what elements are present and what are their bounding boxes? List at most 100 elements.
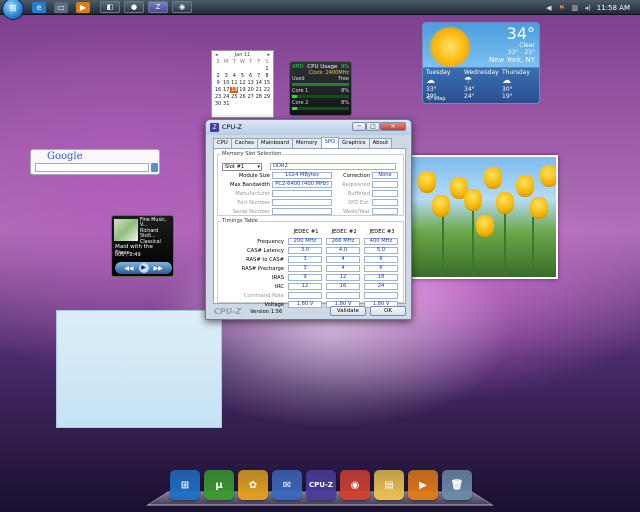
prev-month-icon[interactable]: ◂ [215,52,218,58]
calendar-day[interactable]: 27 [247,94,255,100]
core-label: Core 1 [292,88,309,94]
next-month-icon[interactable]: ▸ [267,52,270,58]
calendar-day[interactable]: 11 [230,80,238,86]
calendar-day[interactable]: 18 [230,87,239,93]
calendar-day[interactable]: 31 [222,101,230,107]
calendar-day[interactable]: 17 [222,87,230,93]
sticky-note[interactable] [56,310,222,428]
next-icon[interactable]: ▶▶ [154,265,163,272]
tab-memory[interactable]: Memory [291,138,322,148]
validate-button[interactable]: Validate [330,306,366,316]
serial-number-value [272,208,332,215]
cpuz-window[interactable]: Z CPU-Z ─ □ ✕ CPU Caches Mainboard Memory SP… [205,119,412,320]
ok-button[interactable]: OK [370,306,406,316]
minimize-button[interactable]: ─ [352,122,366,131]
fl-studio-dock-icon[interactable]: ✿ [238,470,268,500]
volume-icon[interactable]: ◂) [584,4,592,12]
timings-cell: 6 [364,265,398,272]
cpu-usage-gadget[interactable]: AMD CPU Usage 9% Clock: 2400MHz Used Fre… [289,61,352,116]
calendar-day[interactable]: 14 [255,80,263,86]
calendar-day[interactable]: 3 [222,73,230,79]
calendar-day[interactable]: 28 [255,94,263,100]
task-hdd[interactable]: ◉ [172,1,192,13]
calendar-day[interactable]: 16 [214,87,222,93]
utorrent-dock-icon[interactable]: µ [204,470,234,500]
tab-spd[interactable]: SPD [320,137,340,148]
flag-icon[interactable]: ⚑ [558,4,566,12]
calendar-day[interactable]: 5 [238,73,246,79]
tab-caches[interactable]: Caches [230,138,259,148]
calendar-day[interactable]: 29 [263,94,271,100]
calendar-day[interactable]: 19 [238,87,246,93]
cpu-row-label: Used [292,76,305,82]
task-gadgets[interactable]: ◧ [100,1,120,13]
calendar-day[interactable]: 30 [214,101,222,107]
weather-gadget[interactable]: 34° Clear 33° - 23° New York, NY Tuesday… [422,22,540,104]
calendar-day[interactable]: 12 [238,80,246,86]
chrome-dock-icon[interactable]: ◉ [340,470,370,500]
cpuz-titlebar[interactable]: Z CPU-Z ─ □ ✕ [206,120,411,135]
recycle-bin-dock-icon[interactable]: 🗑 [442,470,472,500]
network-icon[interactable]: ▥ [571,4,579,12]
clock[interactable]: 11:58 AM [597,4,630,12]
calendar-day[interactable]: 2 [214,73,222,79]
timings-cell: 5.0 [364,247,398,254]
tab-about[interactable]: About [368,138,393,148]
windows-dock-icon[interactable]: ⊞ [170,470,200,500]
calendar-day[interactable]: 8 [263,73,271,79]
media-icon[interactable]: ▶ [76,1,90,13]
weather-source[interactable]: © iMap [427,96,446,102]
media-player-dock-icon[interactable]: ▶ [408,470,438,500]
calendar-day[interactable]: 26 [238,94,246,100]
ie-icon[interactable]: e [32,1,46,13]
calendar-day[interactable]: 10 [222,80,230,86]
task-cpuz[interactable]: Z [148,1,168,13]
calendar-day[interactable]: 1 [263,66,271,72]
calendar-dow: S [216,59,220,65]
calendar-day[interactable]: 23 [214,94,222,100]
spd-panel: Memory Slot Selection Slot #1 DDR2 Modul… [213,148,406,308]
task-chrome[interactable]: ● [124,1,144,13]
tab-graphics[interactable]: Graphics [338,138,370,148]
calendar-day[interactable]: 21 [255,87,263,93]
tab-cpu[interactable]: CPU [213,138,232,148]
calendar-day[interactable]: 7 [255,73,263,79]
show-desktop-icon[interactable]: ▭ [54,1,68,13]
explorer-dock-icon[interactable]: ▤ [374,470,404,500]
calendar-day[interactable]: 20 [247,87,255,93]
tab-mainboard[interactable]: Mainboard [257,138,293,148]
calendar-day[interactable]: 15 [263,80,271,86]
thunderbird-dock-icon[interactable]: ✉ [272,470,302,500]
tray-arrow-icon[interactable]: ◀ [545,4,553,12]
calendar-day[interactable]: 25 [230,94,238,100]
start-button[interactable]: ⊞ [2,0,24,20]
timings-cell: 12 [326,274,360,281]
calendar-day[interactable]: 22 [263,87,271,93]
cpuz-dock-icon[interactable]: CPU-Z [306,470,336,500]
media-player-gadget[interactable]: Fine Music, V... Richard Stolt... Classi… [111,215,174,277]
calendar-day[interactable]: 4 [230,73,238,79]
calendar-dow: M [224,59,229,65]
previous-icon[interactable]: ◀◀ [124,265,133,272]
calendar-dow: W [240,59,245,65]
timings-row-label: tRAS [271,275,284,281]
slideshow-photo[interactable] [410,155,558,279]
core-1-bar [292,95,349,98]
timings-cell: 4 [326,256,360,263]
search-go-button[interactable] [151,163,158,172]
calendar-day[interactable]: 6 [247,73,255,79]
forecast-high: 34° [464,86,475,93]
timings-row-label: RAS# Precharge [241,266,284,272]
slot-select[interactable]: Slot #1 [222,163,262,171]
core-value: 8% [341,88,349,94]
timings-column-header: JEDEC #1 [293,229,319,235]
calendar-gadget[interactable]: ◂ Jan 11 ▸ S M T W T F S 1 2 3 4 5 6 7 8 9 10 11 12 13 14 15 1… [211,50,274,118]
close-button[interactable]: ✕ [380,122,406,131]
calendar-day[interactable]: 9 [214,80,222,86]
calendar-day[interactable]: 13 [247,80,255,86]
google-search-input[interactable] [35,163,149,172]
maximize-button[interactable]: □ [366,122,380,131]
calendar-day[interactable]: 24 [222,94,230,100]
correction-value: None [372,172,398,179]
play-icon[interactable]: ▶ [138,263,149,273]
